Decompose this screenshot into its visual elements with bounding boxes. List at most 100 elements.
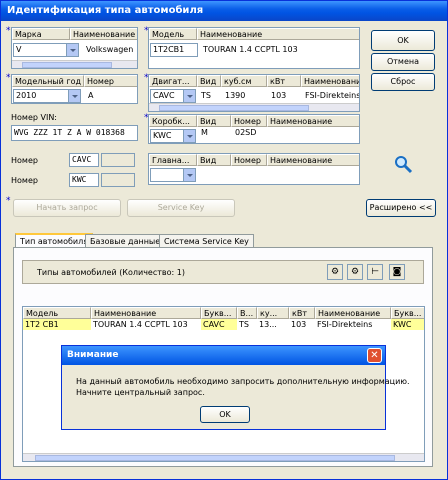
types-count-label: Типы автомобилей (Количество: 1): [37, 268, 185, 277]
required-marker: *: [6, 73, 11, 83]
engine-number-field[interactable]: CAVC: [69, 153, 99, 167]
table-row[interactable]: 1T2 CB1 TOURAN 1.4 CCPTL 103 CAVC TS 13.…: [23, 319, 424, 331]
table-scrollbar[interactable]: [23, 453, 424, 461]
ok-button[interactable]: OK: [371, 30, 435, 51]
row-engine: CAVC: [201, 319, 237, 330]
gearbox-dropdown[interactable]: KWC: [150, 129, 196, 143]
model-name-header: Наименование: [197, 28, 359, 40]
main-gear-col-header: Главна...: [149, 154, 197, 166]
gearbox-col-header: Коробк...: [149, 115, 197, 127]
year-dropdown[interactable]: 2010: [13, 89, 81, 103]
year-value: 2010: [16, 91, 37, 100]
engine-name-header: Наименование: [301, 75, 359, 87]
brand-dropdown[interactable]: V: [13, 43, 79, 57]
table-header-gearbox: Букв...: [391, 307, 424, 319]
required-marker: *: [6, 196, 11, 206]
brand-value: V: [16, 45, 22, 54]
cancel-button[interactable]: Отмена: [371, 53, 435, 71]
advanced-button[interactable]: Расширено <<: [366, 199, 436, 217]
gearbox-name-header: Наименование: [267, 115, 359, 127]
dialog-ok-button[interactable]: OK: [200, 406, 250, 423]
chevron-down-icon[interactable]: [68, 90, 80, 102]
gears-icon[interactable]: ⚙: [347, 264, 363, 280]
main-gear-name-header: Наименование: [267, 154, 359, 166]
year-number-header: Номер: [84, 75, 137, 87]
chevron-down-icon[interactable]: [183, 130, 195, 142]
gearbox-number-field[interactable]: KWC: [69, 173, 99, 187]
engine-number-extra: [101, 153, 135, 167]
main-window: Идентификация типа автомобиля * Марка На…: [0, 0, 448, 480]
model-name: TOURAN 1.4 CCPTL 103: [203, 45, 298, 54]
dialog-message-line2: Начните центральный запрос.: [76, 388, 205, 397]
vin-label: Номер VIN:: [11, 113, 57, 122]
row-model: 1T2 CB1: [23, 319, 91, 330]
gear-icon[interactable]: ⚙: [327, 264, 343, 280]
engine-selector: Двигат... Вид куб.см кВт Наименование CA…: [148, 74, 360, 112]
engine-type: TS: [201, 91, 211, 100]
gearbox-type: M: [201, 128, 208, 137]
dialog-title: Внимание: [62, 346, 385, 365]
engine-dropdown[interactable]: CAVC: [150, 89, 196, 103]
gearbox-value: KWC: [153, 131, 172, 140]
brand-name: Volkswagen: [86, 45, 134, 54]
gearbox-number-label: Номер: [11, 176, 38, 185]
table-header-model: Модель: [23, 307, 91, 319]
chevron-down-icon[interactable]: [183, 90, 195, 102]
tab-base-data[interactable]: Базовые данные: [85, 234, 166, 248]
model-col-header: Модель: [149, 28, 197, 40]
chevron-down-icon[interactable]: [183, 169, 195, 181]
reset-button[interactable]: Сброс: [371, 73, 435, 91]
engine-cc: 1390: [225, 91, 246, 100]
gearbox-number-header: Номер: [231, 115, 267, 127]
row-gearbox: KWC: [391, 319, 424, 330]
main-gear-number-header: Номер: [231, 154, 267, 166]
year-number: A: [88, 91, 94, 100]
table-header-engine-name: Наименование: [315, 307, 391, 319]
row-type: TS: [239, 320, 249, 329]
engine-number-label: Номер: [11, 156, 38, 165]
brand-name-header: Наименование: [70, 28, 137, 40]
required-marker: *: [6, 26, 11, 36]
types-header: Типы автомобилей (Количество: 1) ⚙ ⚙ ⊢ ◙: [22, 260, 424, 284]
year-selector: Модельный год Номер 2010 A: [11, 74, 138, 104]
dialog-message-line1: На данный автомобиль необходимо запросит…: [76, 377, 410, 386]
gearbox-selector: Коробк... Вид Номер Наименование KWC M 0…: [148, 114, 360, 144]
row-name: TOURAN 1.4 CCPTL 103: [93, 320, 188, 329]
search-icon[interactable]: [391, 153, 415, 177]
tab-service-key[interactable]: Система Service Key: [159, 234, 254, 248]
model-selector: Модель Наименование 1T2CB1 TOURAN 1.4 CC…: [148, 27, 360, 69]
engine-col-header: Двигат...: [149, 75, 197, 87]
brand-scrollbar[interactable]: [12, 60, 137, 68]
row-cc: 13...: [259, 320, 277, 329]
model-value: 1T2CB1: [153, 45, 185, 54]
engine-name: FSI-Direkteins: [305, 91, 360, 100]
engine-scrollbar[interactable]: [149, 103, 359, 111]
table-header-type: В...: [237, 307, 257, 319]
table-header-cc: ку...: [257, 307, 289, 319]
gearbox-number-extra: [101, 173, 135, 187]
engine-cc-header: куб.см: [221, 75, 267, 87]
window-title: Идентификация типа автомобиля: [1, 1, 447, 21]
gearbox-type-header: Вид: [197, 115, 231, 127]
engine-type-header: Вид: [197, 75, 221, 87]
close-icon[interactable]: ✕: [367, 348, 382, 363]
row-kw: 103: [291, 320, 307, 329]
brand-col-header: Марка: [12, 28, 70, 40]
engine-kw-header: кВт: [267, 75, 301, 87]
gearbox-number: 02SD: [235, 128, 257, 137]
table-header-kw: кВт: [289, 307, 315, 319]
engine-value: CAVC: [153, 91, 175, 100]
main-gear-selector: Главна... Вид Номер Наименование: [148, 153, 360, 185]
service-key-button[interactable]: Service Key: [127, 199, 235, 217]
table-header-engine: Букв...: [201, 307, 237, 319]
tab-vehicle-type[interactable]: Тип автомобиля: [15, 233, 94, 248]
model-dropdown[interactable]: 1T2CB1: [150, 43, 198, 57]
start-query-button[interactable]: Начать запрос: [13, 199, 121, 217]
main-gear-dropdown[interactable]: [150, 168, 196, 182]
chevron-down-icon[interactable]: [66, 44, 78, 56]
vin-field[interactable]: WVG ZZZ 1T Z A W 018368: [11, 125, 138, 141]
year-col-header: Модельный год: [12, 75, 84, 87]
tire-icon[interactable]: ◙: [389, 264, 405, 280]
row-engine-name: FSI-Direkteins: [317, 320, 373, 329]
axle-icon[interactable]: ⊢: [367, 264, 383, 280]
